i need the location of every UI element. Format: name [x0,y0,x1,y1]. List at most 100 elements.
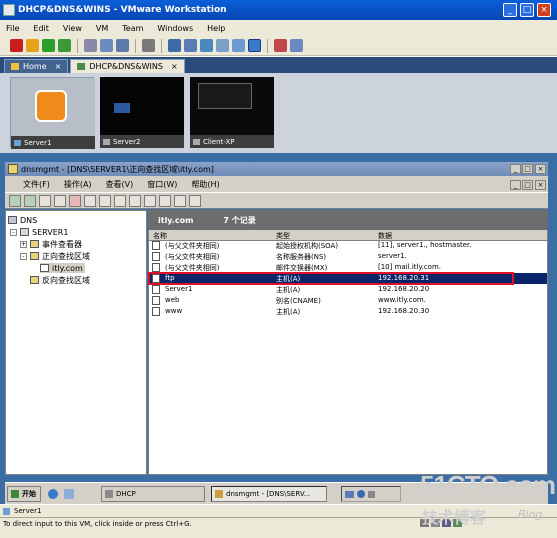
snapshot-manager-icon[interactable] [116,39,129,52]
menu-team[interactable]: Team [122,24,143,33]
close-tab-icon[interactable]: × [55,62,62,71]
forward-icon[interactable] [24,194,36,207]
power-on-icon[interactable] [42,39,55,52]
show-tree-icon[interactable] [54,194,66,207]
export-icon[interactable] [114,194,126,207]
folder-icon [30,252,39,260]
table-row[interactable]: web 别名(CNAME) www.itly.com. [149,295,547,306]
expand-icon[interactable]: + [20,240,27,248]
tree-item-forward-zones[interactable]: - 正向查找区域 [20,251,90,261]
up-icon[interactable] [39,194,51,207]
help-icon[interactable] [129,194,141,207]
menu-bar: File Edit View VM Team Windows Help [0,20,557,36]
menu-window-cn[interactable]: 窗口(W) [147,179,177,190]
start-label: 开始 [22,490,36,498]
mmc-close-button[interactable]: × [535,164,546,174]
collapse-icon[interactable]: - [20,252,27,260]
record-icon [152,296,160,305]
new-record-icon[interactable] [159,194,171,207]
close-button[interactable]: × [537,3,551,17]
menu-help-cn[interactable]: 帮助(H) [191,179,219,190]
table-row[interactable]: (与父文件夹相同) 名称服务器(NS) server1. [149,251,547,262]
thumbnail-caption: Server2 [100,135,184,148]
team-icon[interactable] [274,39,287,52]
menu-file[interactable]: File [6,24,19,33]
tree-item-zone-itly[interactable]: itly.com [40,263,85,273]
minimize-button[interactable]: _ [503,3,517,17]
menu-vm[interactable]: VM [96,24,108,33]
list-icon[interactable] [189,194,201,207]
menu-help[interactable]: Help [207,24,225,33]
volume-icon[interactable] [368,490,375,498]
mdi-minimize-button[interactable]: _ [510,180,521,190]
console-window-icon [198,83,252,109]
tree-item-dns[interactable]: DNS [8,215,37,225]
reset-icon[interactable] [58,39,71,52]
full-screen-icon[interactable] [142,39,155,52]
dns-icon [8,216,17,224]
thumbnail-view-icon[interactable] [232,39,245,52]
mmc-maximize-button[interactable]: □ [522,164,533,174]
record-name: (与父文件夹相同) [165,253,220,261]
delete-icon[interactable] [69,194,81,207]
tree-label: DNS [20,215,38,225]
thumbnail-server2[interactable]: Server2 [100,77,184,148]
record-type: 主机(A) [276,308,301,316]
network-icon[interactable] [345,490,354,498]
thumbnail-label: Server2 [113,137,141,146]
menu-windows[interactable]: Windows [157,24,193,33]
refresh-icon[interactable] [99,194,111,207]
menu-action-cn[interactable]: 操作(A) [64,179,92,190]
console-view-icon[interactable] [184,39,197,52]
tab-home[interactable]: Home × [4,59,69,73]
properties-icon[interactable] [84,194,96,207]
status-text: To direct input to this VM, click inside… [3,520,192,528]
power-off-icon[interactable] [10,39,23,52]
tab-label: DHCP&DNS&WINS [89,62,163,71]
preferences-icon[interactable] [290,39,303,52]
menu-view-cn[interactable]: 查看(V) [106,179,134,190]
menu-edit[interactable]: Edit [33,24,49,33]
start-button[interactable]: 开始 [7,486,41,502]
close-tab-icon[interactable]: × [171,62,178,71]
revert-snapshot-icon[interactable] [100,39,113,52]
thumbnail-client-xp[interactable]: Client-XP [190,77,274,148]
back-icon[interactable] [9,194,21,207]
pause-icon[interactable] [26,39,39,52]
tree-item-events[interactable]: + 事件查看器 [20,239,82,249]
thumbnail-server1[interactable]: Server1 [10,77,95,149]
table-row[interactable]: www 主机(A) 192.168.20.30 [149,306,547,317]
toolbar-separator [267,38,268,53]
table-row[interactable]: (与父文件夹相同) 起始授权机构(SOA) [11], server1., ho… [149,240,547,251]
record-count: 7 个记录 [223,215,256,225]
console-thumbnail-icon[interactable] [248,39,261,52]
unity-icon[interactable] [216,39,229,52]
ie-icon[interactable] [45,486,59,502]
tree-label: 反向查找区域 [42,275,90,285]
table-row[interactable]: Server1 主机(A) 192.168.20.20 [149,284,547,295]
quick-switch-icon[interactable] [200,39,213,52]
record-name: www [165,307,183,315]
tree-item-reverse-zones[interactable]: 反向查找区域 [30,275,90,285]
tree-item-server1[interactable]: - SERVER1 [10,227,68,237]
summary-view-icon[interactable] [168,39,181,52]
mmc-minimize-button[interactable]: _ [510,164,521,174]
maximize-button[interactable]: □ [520,3,534,17]
mdi-close-button[interactable]: × [535,180,546,190]
taskbar-item-dhcp[interactable]: DHCP [101,486,205,502]
help-tray-icon[interactable] [357,490,365,498]
mdi-restore-button[interactable]: □ [522,180,533,190]
snapshot-icon[interactable] [84,39,97,52]
tab-dhcp-dns-wins[interactable]: DHCP&DNS&WINS × [70,59,185,73]
server-icon[interactable] [144,194,156,207]
menu-file-cn[interactable]: 文件(F) [23,179,50,190]
new-domain-icon[interactable] [174,194,186,207]
windows-flag-icon [11,490,19,498]
menu-view[interactable]: View [63,24,82,33]
taskbar-item-dnsmgmt[interactable]: dnsmgmt - [DNS\SERV... [211,486,327,502]
collapse-icon[interactable]: - [10,228,17,236]
thumbnail-screen [11,78,95,136]
thumbnail-caption: Client-XP [190,135,274,148]
record-type: 主机(A) [276,286,301,294]
show-desktop-icon[interactable] [61,486,75,502]
